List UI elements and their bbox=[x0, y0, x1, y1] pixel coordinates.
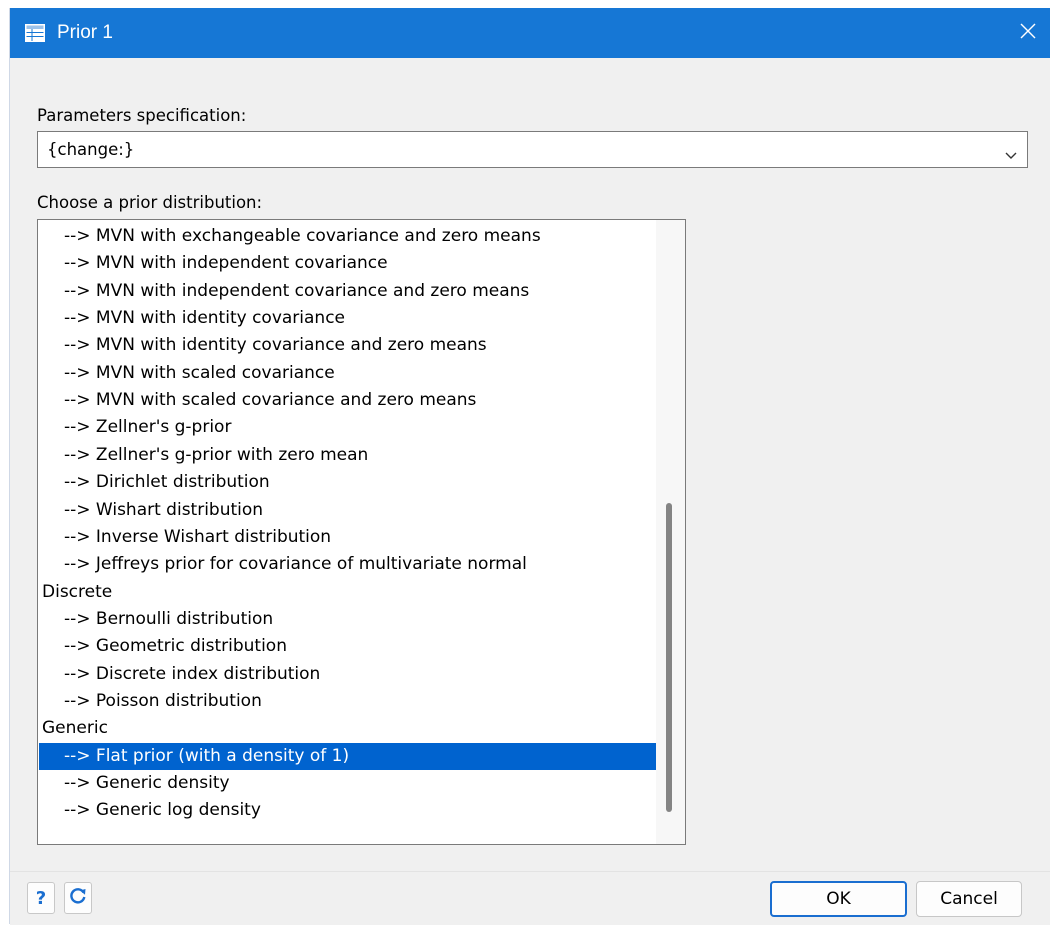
list-item[interactable]: --> MVN with independent covariance bbox=[39, 250, 656, 277]
dialog-footer: ? OK Cancel bbox=[10, 871, 1050, 925]
list-item[interactable]: --> Dirichlet distribution bbox=[39, 469, 656, 496]
window-title: Prior 1 bbox=[57, 22, 113, 43]
title-bar[interactable]: Prior 1 bbox=[10, 8, 1050, 58]
help-button[interactable]: ? bbox=[27, 882, 55, 914]
scrollbar-thumb[interactable] bbox=[666, 503, 672, 812]
list-item[interactable]: --> Jeffreys prior for covariance of mul… bbox=[39, 551, 656, 578]
prior-dialog: Prior 1 Parameters specification: {chang… bbox=[9, 8, 1050, 925]
cancel-button[interactable]: Cancel bbox=[916, 881, 1022, 917]
ok-button[interactable]: OK bbox=[770, 881, 907, 917]
list-item[interactable]: --> MVN with identity covariance and zer… bbox=[39, 332, 656, 359]
params-combobox[interactable]: {change:} bbox=[37, 131, 1028, 168]
list-item[interactable]: --> MVN with identity covariance bbox=[39, 305, 656, 332]
params-value: {change:} bbox=[47, 140, 135, 159]
list-item[interactable]: --> MVN with scaled covariance bbox=[39, 360, 656, 387]
list-item[interactable]: --> Generic log density bbox=[39, 797, 656, 824]
list-category[interactable]: Discrete bbox=[39, 579, 656, 606]
list-item[interactable]: --> Zellner's g-prior with zero mean bbox=[39, 442, 656, 469]
list-item[interactable]: --> Poisson distribution bbox=[39, 688, 656, 715]
list-category[interactable]: Generic bbox=[39, 715, 656, 742]
list-item[interactable]: --> MVN with exchangeable covariance and… bbox=[39, 223, 656, 250]
dialog-content: Parameters specification: {change:} Choo… bbox=[10, 58, 1050, 871]
list-item[interactable]: --> MVN with independent covariance and … bbox=[39, 278, 656, 305]
close-button[interactable] bbox=[1005, 8, 1050, 58]
list-item[interactable]: --> Bernoulli distribution bbox=[39, 606, 656, 633]
list-item[interactable]: --> Zellner's g-prior bbox=[39, 414, 656, 441]
prior-label: Choose a prior distribution: bbox=[37, 193, 263, 212]
list-item[interactable]: --> Wishart distribution bbox=[39, 497, 656, 524]
list-item[interactable]: --> Geometric distribution bbox=[39, 633, 656, 660]
list-item[interactable]: --> Generic density bbox=[39, 770, 656, 797]
reset-button[interactable] bbox=[64, 882, 92, 914]
close-icon bbox=[1020, 23, 1036, 43]
scrollbar[interactable] bbox=[656, 220, 685, 844]
chevron-down-icon[interactable] bbox=[1005, 145, 1017, 159]
help-icon: ? bbox=[35, 887, 47, 909]
list-item[interactable]: --> Inverse Wishart distribution bbox=[39, 524, 656, 551]
list-item[interactable]: --> Flat prior (with a density of 1) bbox=[39, 742, 656, 770]
params-label: Parameters specification: bbox=[37, 106, 247, 125]
list-item[interactable]: --> Discrete index distribution bbox=[39, 661, 656, 688]
refresh-icon bbox=[69, 887, 87, 909]
prior-listbox[interactable]: --> MVN with exchangeable covariance and… bbox=[37, 219, 686, 845]
table-icon bbox=[25, 24, 45, 42]
list-item[interactable]: --> MVN with scaled covariance and zero … bbox=[39, 387, 656, 414]
